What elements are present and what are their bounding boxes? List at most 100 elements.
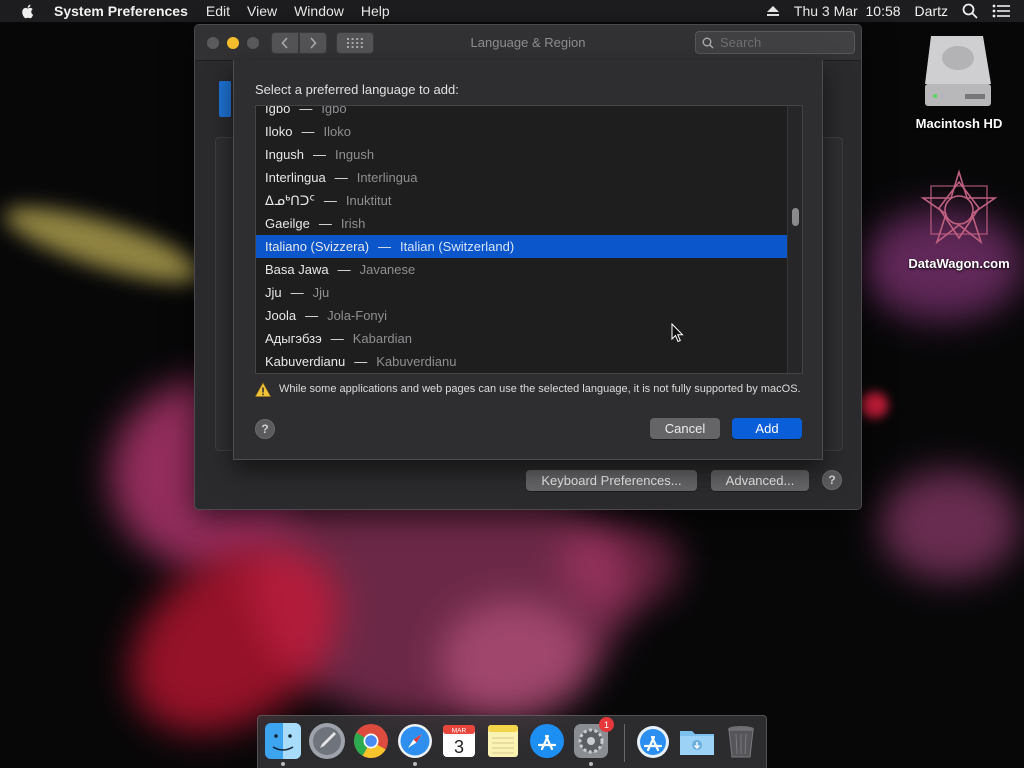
- warning-icon: [255, 382, 271, 397]
- dock-safari[interactable]: [396, 722, 434, 766]
- language-english-name: Kabuverdianu: [376, 354, 457, 369]
- language-native-name: Interlingua: [265, 170, 326, 185]
- language-native-name: Joola: [265, 308, 297, 323]
- dock-applications-folder[interactable]: [634, 722, 672, 760]
- separator-dash: —: [378, 239, 392, 254]
- support-warning: While some applications and web pages ca…: [255, 382, 803, 398]
- menu-edit[interactable]: Edit: [206, 3, 230, 19]
- separator-dash: —: [354, 354, 368, 369]
- language-list[interactable]: Igbo — Igbo Iloko — Iloko Ingush — Ingush Interli…: [255, 105, 803, 374]
- add-button[interactable]: Add: [732, 418, 802, 439]
- language-row[interactable]: Iloko — Iloko: [256, 120, 788, 143]
- warning-text: While some applications and web pages ca…: [279, 383, 801, 395]
- language-english-name: Interlingua: [356, 170, 418, 185]
- language-row[interactable]: Gaeilge — Irish: [256, 212, 788, 235]
- advanced-button[interactable]: Advanced...: [711, 470, 809, 491]
- separator-dash: —: [301, 124, 315, 139]
- language-native-name: Gaeilge: [265, 216, 310, 231]
- dock: MAR 3 1: [257, 715, 767, 768]
- calendar-day: 3: [454, 737, 464, 757]
- language-english-name: Inuktitut: [345, 193, 392, 208]
- menu-window[interactable]: Window: [294, 3, 344, 19]
- running-indicator: [589, 762, 593, 766]
- add-language-sheet: Select a preferred language to add: Igbo…: [233, 60, 823, 460]
- launchpad-rocket-icon: [309, 723, 345, 759]
- language-native-name: Адыгэбзэ: [265, 331, 322, 346]
- separator-dash: —: [330, 331, 344, 346]
- help-button[interactable]: ?: [822, 470, 842, 490]
- language-row[interactable]: Kabuverdianu — Kabuverdianu: [256, 350, 788, 373]
- language-row[interactable]: ᐃᓄᒃᑎᑐᑦ — Inuktitut: [256, 189, 788, 212]
- applications-stack-icon: [637, 726, 669, 758]
- scroll-thumb[interactable]: [792, 208, 799, 226]
- chrome-icon: [354, 724, 388, 758]
- dock-chrome[interactable]: [352, 722, 390, 760]
- separator-dash: —: [323, 193, 337, 208]
- notification-center-icon[interactable]: [992, 4, 1010, 18]
- calendar-month: MAR: [452, 728, 467, 735]
- dock-system-preferences[interactable]: 1: [572, 717, 614, 766]
- calendar-icon: MAR 3: [443, 725, 475, 757]
- language-native-name: Kabuverdianu: [265, 354, 346, 369]
- language-native-name: Italiano (Svizzera): [265, 239, 370, 254]
- dock-separator: [624, 724, 625, 762]
- dock-calendar[interactable]: MAR 3: [440, 722, 478, 760]
- language-english-name: Igbo: [321, 105, 347, 116]
- window-titlebar[interactable]: Language & Region Search: [195, 25, 861, 61]
- language-row[interactable]: Basa Jawa — Javanese: [256, 258, 788, 281]
- language-english-name: Kabardian: [352, 331, 413, 346]
- language-english-name: Italian (Switzerland): [400, 239, 515, 254]
- search-field[interactable]: Search: [695, 31, 855, 54]
- notification-badge: 1: [599, 717, 614, 732]
- language-native-name: Ingush: [265, 147, 305, 162]
- dock-downloads-folder[interactable]: [678, 722, 716, 760]
- language-english-name: Irish: [340, 216, 366, 231]
- separator-dash: —: [305, 308, 319, 323]
- language-row[interactable]: Interlingua — Interlingua: [256, 166, 788, 189]
- desktop-icon-macintosh-hd[interactable]: Macintosh HD: [904, 32, 1014, 131]
- language-english-name: Iloko: [323, 124, 351, 139]
- menu-help[interactable]: Help: [361, 3, 390, 19]
- language-row[interactable]: Italiano (Svizzera) — Italian (Switzerland…: [256, 235, 788, 258]
- desktop-label-datawagon: DataWagon.com: [908, 256, 1010, 271]
- running-indicator: [281, 762, 285, 766]
- language-native-name: Igbo: [265, 105, 291, 116]
- language-row[interactable]: Jju — Jju: [256, 281, 788, 304]
- list-scrollbar[interactable]: [787, 106, 802, 373]
- separator-dash: —: [299, 105, 313, 116]
- desktop-icon-datawagon[interactable]: DataWagon.com: [904, 168, 1014, 271]
- eject-icon[interactable]: [766, 5, 780, 17]
- language-english-name: Javanese: [359, 262, 416, 277]
- notes-icon: [488, 725, 518, 757]
- menubar-user[interactable]: Dartz: [915, 3, 948, 19]
- separator-dash: —: [313, 147, 327, 162]
- app-menu[interactable]: System Preferences: [54, 3, 188, 19]
- safari-compass-icon: [398, 724, 432, 758]
- menu-view[interactable]: View: [247, 3, 277, 19]
- cancel-button[interactable]: Cancel: [650, 418, 720, 439]
- menubar-clock[interactable]: Thu 3 Mar 10:58: [794, 3, 901, 19]
- hard-drive-icon: [925, 36, 991, 106]
- spotlight-search-icon[interactable]: [962, 3, 978, 19]
- datawagon-logo-icon: [920, 169, 998, 245]
- language-row[interactable]: Joola — Jola-Fonyi: [256, 304, 788, 327]
- running-indicator: [413, 762, 417, 766]
- search-placeholder: Search: [720, 35, 762, 50]
- language-row[interactable]: Igbo — Igbo: [256, 105, 788, 120]
- mouse-cursor-icon: [671, 323, 684, 343]
- folder-icon: [680, 731, 714, 755]
- keyboard-preferences-button[interactable]: Keyboard Preferences...: [526, 470, 697, 491]
- sheet-help-button[interactable]: ?: [255, 419, 275, 439]
- dock-finder[interactable]: [264, 722, 302, 766]
- language-native-name: Jju: [265, 285, 282, 300]
- dock-trash[interactable]: [722, 722, 760, 760]
- language-row[interactable]: Ingush — Ingush: [256, 143, 788, 166]
- language-english-name: Jju: [312, 285, 330, 300]
- separator-dash: —: [290, 285, 304, 300]
- dock-launchpad[interactable]: [308, 722, 346, 760]
- language-row[interactable]: Адыгэбзэ — Kabardian: [256, 327, 788, 350]
- dock-notes[interactable]: [484, 722, 522, 760]
- desktop-label-hd: Macintosh HD: [915, 116, 1003, 131]
- apple-icon[interactable]: [19, 2, 37, 20]
- dock-app-store[interactable]: [528, 722, 566, 760]
